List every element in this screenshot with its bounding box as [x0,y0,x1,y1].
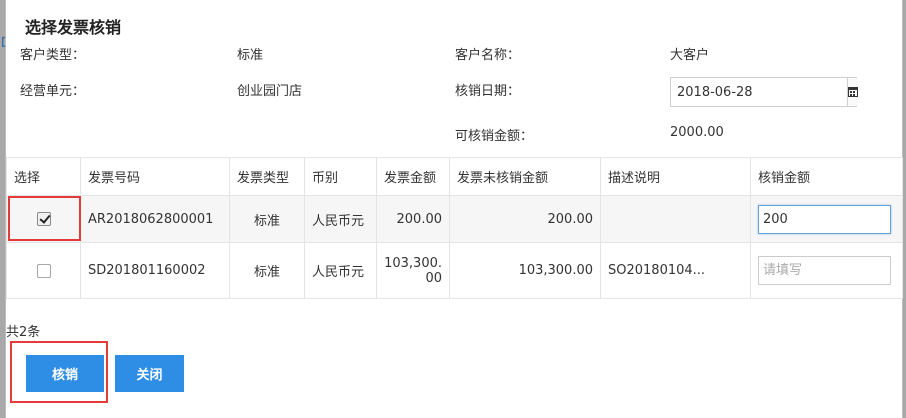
select-cell [6,195,81,243]
writeoff-dialog: 选择发票核销 客户类型： 标准 客户名称： 大客户 经营单元： 创业园门店 核销… [5,0,903,418]
customer-name-value: 大客户 [670,48,710,63]
writeoff-amount-input[interactable] [758,204,891,234]
column-header-invoice-amount: 发票金额 [376,157,450,196]
currency-cell: 人民币元 [304,242,377,299]
column-header-invoice-no: 发票号码 [80,157,230,196]
invoice-amount-line2: 00 [425,270,442,286]
total-count: 共2条 [6,325,41,340]
customer-type-value: 标准 [237,48,264,63]
writeoff-amount-input[interactable] [758,256,891,285]
table-header-row: 选择 发票号码 发票类型 币别 发票金额 发票未核销金额 描述说明 核销金额 [6,157,903,196]
writeoff-date-input[interactable] [671,78,847,106]
invoice-type-cell: 标准 [229,242,305,299]
table-row: SD201801160002 标准 人民币元 103,300. 00 103,3… [6,242,903,299]
column-header-description: 描述说明 [600,157,751,196]
unwritten-amount-cell: 200.00 [449,195,601,243]
row-checkbox[interactable] [36,212,51,226]
row-checkbox[interactable] [36,263,51,278]
column-header-invoice-type: 发票类型 [229,157,305,196]
writeoff-amount-cell [750,242,903,299]
customer-type-label: 客户类型： [20,48,86,63]
invoice-amount-cell: 200.00 [376,195,450,243]
invoice-amount-cell: 103,300. 00 [376,242,450,299]
currency-cell: 人民币元 [304,195,377,243]
unwritten-amount-cell: 103,300.00 [449,242,601,299]
column-header-select: 选择 [6,157,81,196]
writeoff-amount-cell [750,195,903,243]
calendar-icon [848,87,858,97]
dialog-title: 选择发票核销 [25,18,122,37]
invoice-no-cell: AR2018062800001 [80,195,230,243]
invoice-no-cell: SD201801160002 [80,242,230,299]
close-button[interactable]: 关闭 [115,355,184,392]
customer-name-label: 客户名称： [455,48,521,63]
available-amount-label: 可核销金额： [455,129,534,144]
column-header-currency: 币别 [304,157,377,196]
business-unit-value: 创业园门店 [237,84,303,99]
calendar-button[interactable] [847,78,858,106]
description-cell [600,195,751,243]
writeoff-button[interactable]: 核销 [26,355,104,392]
description-cell: SO20180104... [600,242,751,299]
business-unit-label: 经营单元： [20,84,86,99]
available-amount-value: 2000.00 [670,125,724,140]
select-cell [6,242,81,299]
writeoff-date-picker [670,77,858,107]
column-header-unwritten-amount: 发票未核销金额 [449,157,601,196]
column-header-writeoff-amount: 核销金额 [750,157,903,196]
table-row: AR2018062800001 标准 人民币元 200.00 200.00 [6,195,903,243]
invoice-table: 选择 发票号码 发票类型 币别 发票金额 发票未核销金额 描述说明 核销金额 A… [6,157,903,299]
invoice-type-cell: 标准 [229,195,305,243]
writeoff-date-label: 核销日期： [455,84,521,99]
invoice-amount-line1: 103,300. [384,255,442,271]
